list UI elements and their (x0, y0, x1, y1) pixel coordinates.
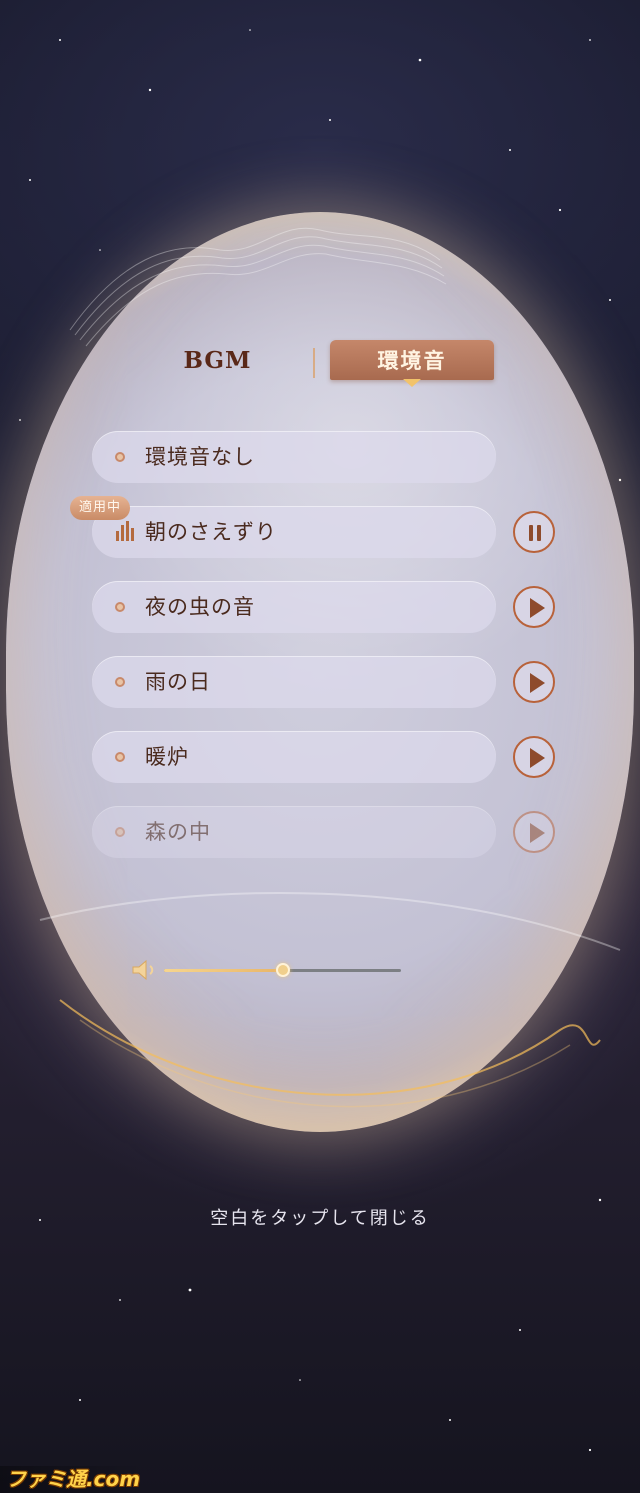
bullet-dot-icon (115, 752, 125, 762)
sound-item-forest[interactable]: 森の中 (92, 806, 496, 858)
play-icon (530, 748, 545, 768)
applied-badge: 適用中 (70, 496, 131, 520)
sound-item-night-insects[interactable]: 夜の虫の音 (92, 581, 496, 633)
play-button[interactable] (513, 661, 555, 703)
play-button[interactable] (513, 586, 555, 628)
sound-item-none[interactable]: 環境音なし (92, 431, 496, 483)
volume-slider-fill (164, 969, 283, 972)
sound-item-rainy-day[interactable]: 雨の日 (92, 656, 496, 708)
sound-category-tabs: BGM 環境音 (170, 340, 500, 384)
sound-item-fireplace[interactable]: 暖炉 (92, 731, 496, 783)
bullet-dot-icon (115, 452, 125, 462)
tab-ambient-sound[interactable]: 環境音 (330, 340, 494, 380)
pause-icon-bar (537, 525, 541, 541)
play-icon (530, 823, 545, 843)
watermark-logo: ファミ通.com (0, 1466, 147, 1493)
tab-bgm[interactable]: BGM (170, 340, 265, 380)
speaker-icon[interactable] (130, 958, 160, 982)
play-icon (530, 598, 545, 618)
bullet-dot-icon (115, 677, 125, 687)
tap-to-close-hint: 空白をタップして閉じる (210, 1208, 430, 1229)
volume-control (130, 955, 410, 985)
sound-item-label: 朝のさえずり (145, 520, 277, 544)
bullet-dot-icon (115, 602, 125, 612)
sound-item-morning-birds[interactable]: 朝のさえずり (92, 506, 496, 558)
volume-slider-handle[interactable] (275, 963, 290, 977)
sound-item-label: 暖炉 (145, 745, 189, 769)
sound-item-label: 雨の日 (145, 670, 211, 694)
bullet-dot-icon (115, 827, 125, 837)
pause-icon (529, 525, 533, 541)
play-button[interactable] (513, 736, 555, 778)
play-button[interactable] (513, 811, 555, 853)
equalizer-icon (116, 521, 134, 541)
play-icon (530, 673, 545, 693)
sound-item-label: 森の中 (145, 820, 211, 844)
sound-item-label: 夜の虫の音 (145, 595, 255, 619)
pause-button[interactable] (513, 511, 555, 553)
sound-item-label: 環境音なし (145, 445, 255, 469)
tab-divider (313, 348, 315, 378)
